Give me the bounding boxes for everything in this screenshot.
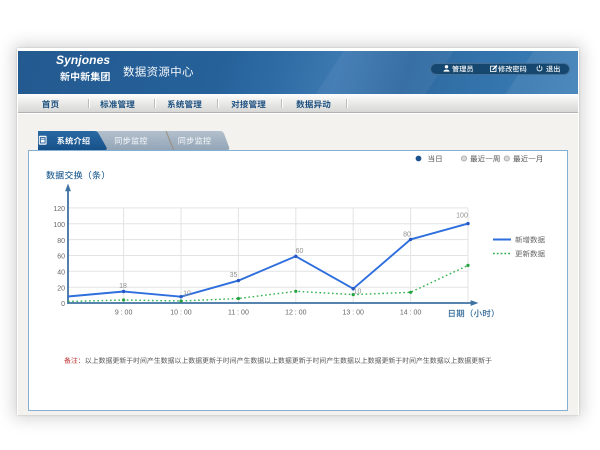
svg-text:100: 100 [456,213,468,220]
svg-text:11 : 00: 11 : 00 [228,310,249,317]
svg-text:20: 20 [57,285,65,292]
svg-text:60: 60 [296,248,304,255]
svg-text:120: 120 [53,206,65,213]
svg-text:9 : 00: 9 : 00 [115,310,133,317]
svg-text:14 : 00: 14 : 00 [400,310,422,317]
svg-text:10 : 00: 10 : 00 [170,310,192,317]
svg-text:18: 18 [119,283,127,290]
svg-text:13 : 00: 13 : 00 [342,310,364,317]
svg-text:60: 60 [57,254,65,261]
svg-text:80: 80 [57,238,65,245]
svg-text:100: 100 [53,222,65,229]
svg-text:40: 40 [57,270,65,277]
svg-text:10: 10 [354,289,362,296]
svg-text:10: 10 [183,291,191,298]
svg-text:12 : 00: 12 : 00 [285,310,307,317]
svg-text:35: 35 [230,272,238,279]
svg-text:0: 0 [61,301,65,308]
svg-text:80: 80 [403,232,411,239]
